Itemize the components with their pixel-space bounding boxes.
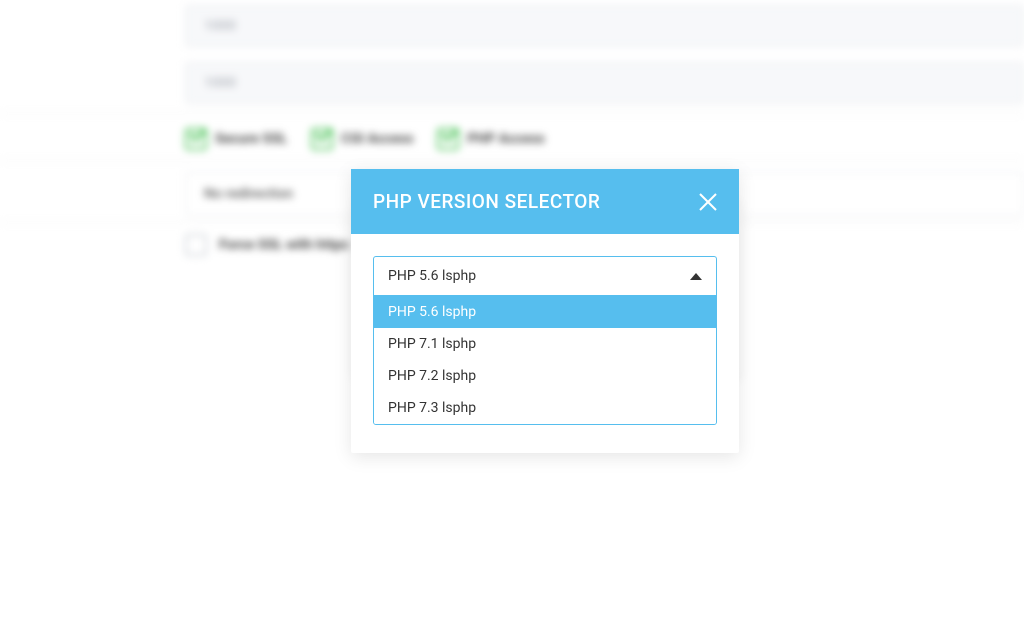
check-icon <box>437 128 459 150</box>
dropdown-option[interactable]: PHP 7.1 lsphp <box>374 328 716 360</box>
dropdown-selected-label: PHP 5.6 lsphp <box>388 268 476 284</box>
php-access-checkbox[interactable]: PHP Access <box>437 128 544 150</box>
php-access-label: PHP Access <box>467 131 544 147</box>
bandwidth-input[interactable]: 1000 <box>185 5 1024 47</box>
modal-body: PHP 5.6 lsphp PHP 5.6 lsphp PHP 7.1 lsph… <box>351 234 739 453</box>
php-version-modal: PHP VERSION SELECTOR PHP 5.6 lsphp PHP 5… <box>351 169 739 453</box>
secure-ssl-label: Secure SSL <box>215 131 287 147</box>
feature-checks-row: Secure SSL CGI Access PHP Access <box>185 128 545 150</box>
dropdown-control[interactable]: PHP 5.6 lsphp <box>373 256 717 295</box>
dropdown-list: PHP 5.6 lsphp PHP 7.1 lsphp PHP 7.2 lsph… <box>373 295 717 425</box>
close-icon <box>697 191 719 213</box>
secure-ssl-checkbox[interactable]: Secure SSL <box>185 128 287 150</box>
checkbox-empty-icon <box>185 234 207 256</box>
check-icon <box>185 128 207 150</box>
dropdown-option[interactable]: PHP 7.3 lsphp <box>374 392 716 424</box>
modal-header: PHP VERSION SELECTOR <box>351 169 739 234</box>
check-icon <box>311 128 333 150</box>
dropdown-option[interactable]: PHP 7.2 lsphp <box>374 360 716 392</box>
php-version-dropdown: PHP 5.6 lsphp PHP 5.6 lsphp PHP 7.1 lsph… <box>373 256 717 425</box>
caret-up-icon <box>690 273 702 280</box>
modal-title: PHP VERSION SELECTOR <box>373 190 600 213</box>
cgi-access-checkbox[interactable]: CGI Access <box>311 128 413 150</box>
quota-input[interactable]: 1000 <box>185 62 1024 104</box>
cgi-access-label: CGI Access <box>341 131 413 147</box>
dropdown-option[interactable]: PHP 5.6 lsphp <box>374 296 716 328</box>
close-button[interactable] <box>697 191 719 213</box>
